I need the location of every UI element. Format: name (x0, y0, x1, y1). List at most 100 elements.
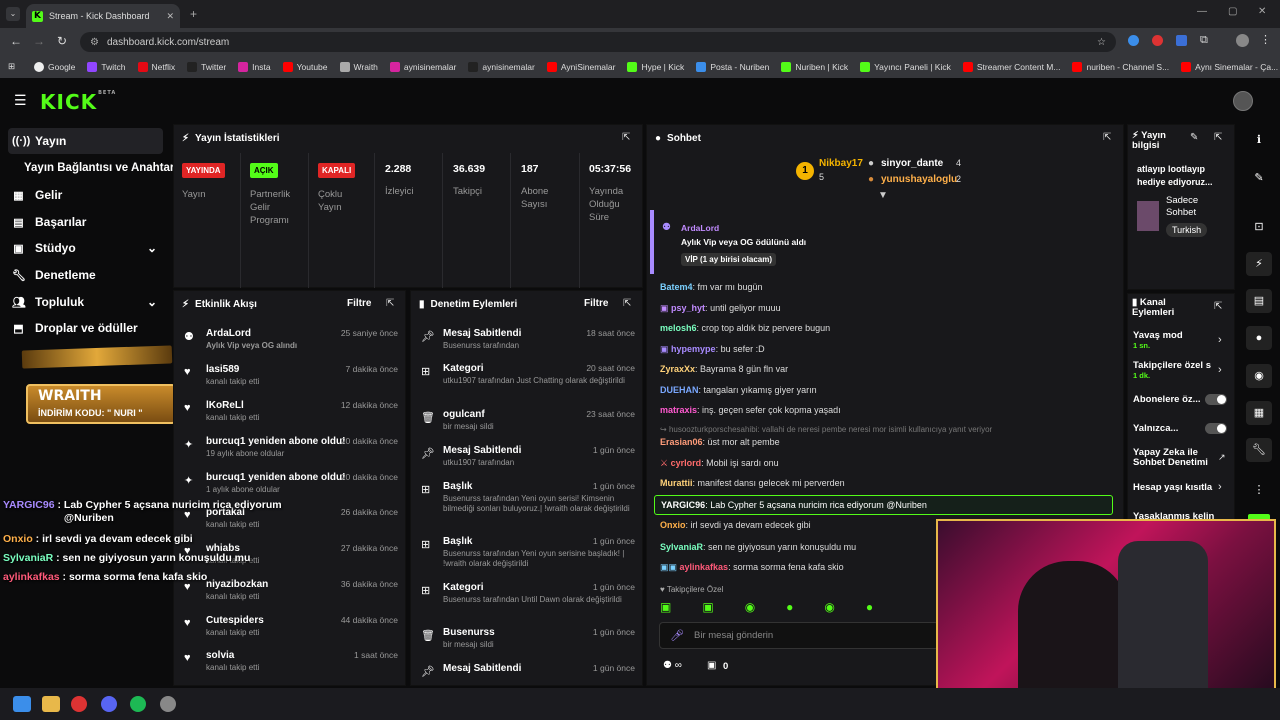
emote-icon[interactable]: ▣ (660, 600, 671, 614)
screenshot-icon[interactable]: ⊡ (1246, 215, 1272, 239)
bookmark-star-icon[interactable]: ☆ (1097, 37, 1106, 48)
tab-search-icon[interactable]: ⌄ (6, 7, 20, 21)
extension-icon[interactable] (1152, 35, 1163, 46)
hamburger-menu-icon[interactable]: ☰ (14, 92, 27, 109)
expand-icon[interactable]: ⇱ (1214, 132, 1222, 143)
edit-icon[interactable]: ✎ (1190, 132, 1198, 143)
expand-icon[interactable]: ⇱ (1214, 301, 1222, 312)
expand-icon[interactable]: ⇱ (386, 298, 394, 309)
bookmark[interactable]: AyniSinemalar (546, 62, 615, 72)
bookmark[interactable]: nuriben - Channel S... (1072, 62, 1169, 72)
sidebar-item-denetleme[interactable]: 🔧︎ Denetleme (8, 262, 163, 288)
only-toggle[interactable] (1205, 423, 1227, 434)
bookmark[interactable]: Wraith (339, 62, 378, 72)
filter-button[interactable]: Filtre (584, 298, 608, 309)
forward-icon[interactable]: → (33, 34, 45, 48)
reload-icon[interactable]: ↻ (57, 34, 67, 48)
profile-avatar[interactable] (1236, 34, 1249, 47)
bookmark[interactable]: Nuriben | Kick (781, 62, 848, 72)
bookmark[interactable]: Twitter (187, 62, 226, 72)
maximize-icon[interactable]: ▢ (1228, 6, 1237, 17)
broadcast-icon[interactable]: ◉ (1246, 364, 1272, 388)
infinity-icon[interactable]: ⚉ ∞ (663, 660, 682, 671)
subscribers-only-toggle[interactable] (1205, 394, 1227, 405)
new-tab-icon[interactable]: + (190, 7, 197, 21)
bookmark[interactable]: aynisinemalar (468, 62, 535, 72)
leader-second[interactable]: sinyor_dante (881, 158, 943, 169)
extension-icon[interactable] (1128, 35, 1139, 46)
leader-third[interactable]: yunushayaloglu (881, 174, 957, 185)
microphone-icon[interactable]: 🎤︎ (670, 629, 684, 642)
extension-icon[interactable] (1176, 35, 1187, 46)
bookmark[interactable]: Google (34, 62, 75, 72)
wrench-icon[interactable]: 🔧︎ (1246, 438, 1272, 462)
back-icon[interactable]: ← (10, 34, 22, 48)
chevron-right-icon[interactable]: › (1218, 334, 1222, 346)
layout-icon[interactable]: ▦ (1246, 401, 1272, 425)
chevron-right-icon[interactable]: › (1218, 364, 1222, 376)
external-link-icon[interactable]: ↗ (1218, 452, 1226, 463)
reward-user[interactable]: ArdaLord (681, 223, 719, 233)
chat-input[interactable]: 🎤︎ Bir mesaj gönderin (659, 622, 939, 649)
bookmark[interactable]: Yayıncı Paneli | Kick (860, 62, 951, 72)
apps-grid-icon[interactable]: ⊞ (8, 61, 15, 72)
obs-icon[interactable] (160, 696, 176, 712)
sidebar-item-yayin[interactable]: ((·)) Yayın (8, 128, 163, 154)
bookmark[interactable]: Twitch (87, 62, 126, 72)
collapse-leaders-icon[interactable]: ▼ (878, 190, 888, 201)
edit-icon[interactable]: ✎ (1246, 166, 1272, 190)
spotify-icon[interactable] (130, 696, 146, 712)
sidebar-item-gelir[interactable]: ▦ Gelir (8, 182, 163, 208)
bookmark[interactable]: Youtube (282, 62, 328, 72)
info-icon[interactable]: ℹ (1246, 128, 1272, 152)
chest-icon[interactable]: ▣ (707, 660, 716, 671)
discord-icon[interactable] (101, 696, 117, 712)
bookmark[interactable]: Posta - Nuriben (696, 62, 769, 72)
sidebar-item-droplar[interactable]: ⬒ Droplar ve ödüller (8, 315, 163, 341)
chat-icon[interactable]: ● (1246, 326, 1272, 350)
category-name[interactable]: Sadece Sohbet (1166, 195, 1226, 219)
file-explorer-icon[interactable] (42, 696, 60, 712)
emote-icon[interactable]: ● (866, 600, 873, 614)
bookmark[interactable]: Insta (238, 62, 271, 72)
sidebar-item-stream-key[interactable]: Yayın Bağlantısı ve Anahtarı (20, 155, 178, 181)
chrome-icon[interactable] (71, 696, 87, 712)
emote-icon[interactable]: ● (786, 600, 793, 614)
panel-title: Sohbet (667, 133, 701, 144)
account-age-setting[interactable]: Hesap yaşı kısıtla (1133, 482, 1223, 493)
kick-logo[interactable]: KICKBETA (40, 90, 116, 114)
followers-only-setting[interactable]: Takipçilere özel s1 dk. (1133, 360, 1213, 380)
sidebar-item-basarilar[interactable]: ▤ Başarılar (8, 209, 163, 235)
chevron-right-icon[interactable]: › (1218, 481, 1222, 493)
leader-first[interactable]: Nikbay17 (819, 158, 863, 169)
sidebar-item-topluluk[interactable]: 👥︎ Topluluk ⌄ (8, 289, 163, 315)
more-options-icon[interactable]: ⋮ (1246, 478, 1272, 502)
url-input[interactable]: ⚙ dashboard.kick.com/stream ☆ (80, 32, 1116, 52)
bookmark[interactable]: Netflix (137, 62, 175, 72)
emote-icon[interactable]: ▣ (702, 600, 713, 614)
expand-icon[interactable]: ⇱ (1103, 132, 1111, 143)
bookmark[interactable]: aynisinemalar (389, 62, 456, 72)
site-info-icon[interactable]: ⚙ (90, 37, 99, 48)
sidebar-item-studyo[interactable]: ▣ Stüdyo ⌄ (8, 235, 163, 261)
browser-tab[interactable]: K Stream - Kick Dashboard ✕ (26, 4, 180, 28)
expand-icon[interactable]: ⇱ (623, 298, 631, 309)
ai-moderation-setting[interactable]: Yapay Zeka ile Sohbet Denetimi (1133, 448, 1213, 468)
minimize-icon[interactable]: — (1197, 6, 1207, 17)
slow-mode-setting[interactable]: Yavaş mod 1 sn. (1133, 330, 1223, 350)
notes-icon[interactable]: ▤ (1246, 289, 1272, 313)
emote-icon[interactable]: ◉ (745, 600, 755, 614)
close-tab-icon[interactable]: ✕ (166, 11, 174, 22)
filter-button[interactable]: Filtre (347, 298, 371, 309)
windows-start-icon[interactable] (13, 696, 31, 712)
user-avatar[interactable] (1233, 91, 1253, 111)
bookmark[interactable]: Aynı Sinemalar - Ça... (1181, 62, 1278, 72)
emote-icon[interactable]: ◉ (824, 600, 834, 614)
browser-menu-icon[interactable]: ⋮ (1260, 33, 1271, 46)
bookmark[interactable]: Hype | Kick (627, 62, 684, 72)
extensions-puzzle-icon[interactable]: ⧉ (1200, 34, 1208, 47)
bolt-icon[interactable]: ⚡︎ (1246, 252, 1272, 276)
bookmark[interactable]: Streamer Content M... (962, 62, 1060, 72)
expand-icon[interactable]: ⇱ (622, 132, 630, 143)
close-window-icon[interactable]: ✕ (1258, 6, 1266, 17)
